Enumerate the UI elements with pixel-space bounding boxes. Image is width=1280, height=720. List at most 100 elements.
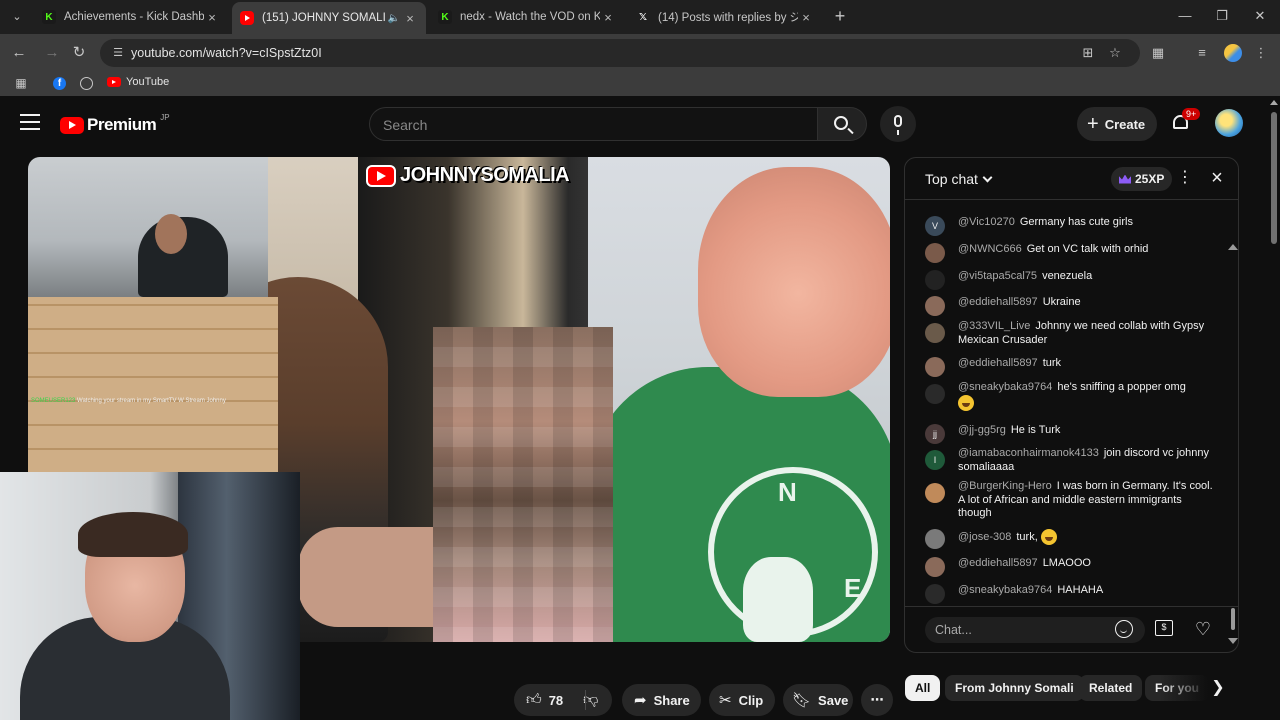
new-tab-icon[interactable]: + [830, 6, 850, 26]
youtube-logo[interactable]: Premium JP [60, 113, 170, 135]
minimize-icon[interactable]: — [1170, 6, 1200, 26]
chat-input[interactable]: Chat... [925, 617, 1145, 643]
voice-search-button[interactable] [880, 106, 916, 142]
chevron-right-icon[interactable]: ❯ [1206, 677, 1230, 699]
more-dots-icon: ⋯ [870, 692, 884, 707]
chip-related[interactable]: Related [1079, 675, 1143, 701]
crown-icon [1119, 174, 1131, 184]
search-input[interactable]: Search [369, 107, 817, 141]
save-button[interactable]: 🔖︎ Save [783, 684, 853, 716]
chat-avatar[interactable] [925, 270, 945, 290]
chat-username[interactable]: @eddiehall5897 [958, 296, 1038, 308]
profile-avatar-icon[interactable] [1224, 44, 1242, 62]
chat-avatar[interactable] [925, 483, 945, 503]
emoji-picker-icon[interactable] [1115, 620, 1133, 638]
heart-icon[interactable]: ♡ [1193, 619, 1213, 639]
forward-icon[interactable]: → [41, 42, 63, 64]
chat-avatar[interactable] [925, 557, 945, 577]
install-app-icon[interactable]: ⊞ [1080, 45, 1096, 61]
apps-grid-icon[interactable]: ▦ [14, 76, 28, 90]
extensions-icon[interactable]: ▦ [1148, 43, 1168, 63]
chat-username[interactable]: @eddiehall5897 [958, 557, 1038, 569]
create-button[interactable]: + Create [1077, 107, 1157, 141]
clip-button[interactable]: ✂ Clip [709, 684, 775, 716]
youtube-header: Premium JP Search + Create 9+ [0, 96, 1268, 152]
chat-avatar[interactable]: jj [925, 424, 945, 444]
browser-tabstrip: ⌄ K Achievements - Kick Dashboard × (151… [0, 0, 1280, 34]
globe-icon[interactable] [80, 77, 93, 90]
chat-username[interactable]: @iamabaconhairmanok4133 [958, 447, 1099, 459]
close-tab-icon[interactable]: × [798, 10, 814, 25]
chat-avatar[interactable] [925, 296, 945, 316]
bookmark-star-icon[interactable]: ☆ [1107, 45, 1123, 61]
close-tab-icon[interactable]: × [204, 10, 220, 25]
chat-mode-selector[interactable]: Top chat [925, 171, 993, 187]
browser-tab[interactable]: 𝕏 (14) Posts with replies by ジョニー × [628, 4, 822, 30]
chat-username[interactable]: @BurgerKing-Hero [958, 480, 1052, 492]
browser-tab-active[interactable]: (151) JOHNNY SOMALI LIVE 🔈 × [232, 2, 426, 34]
chat-avatar[interactable]: I [925, 450, 945, 470]
menu-dots-icon[interactable]: ⋮ [1251, 43, 1271, 63]
address-bar[interactable]: ☰ youtube.com/watch?v=cISpstZtz0I ⊞ ☆ [100, 39, 1140, 67]
xp-label: 25XP [1135, 172, 1165, 186]
page-scrollbar[interactable] [1268, 96, 1280, 720]
media-controls-icon[interactable]: ≡ [1192, 43, 1212, 63]
browser-tab[interactable]: K nedx - Watch the VOD on Kick × [430, 4, 624, 30]
back-icon[interactable]: ← [8, 42, 30, 64]
pixelated-censor [433, 327, 613, 642]
chat-username[interactable]: @jj-gg5rg [958, 424, 1006, 436]
chat-avatar[interactable] [925, 323, 945, 343]
search-button[interactable] [817, 107, 867, 141]
chat-username[interactable]: @sneakybaka9764 [958, 381, 1052, 393]
tab-search-icon[interactable]: ⌄ [6, 6, 28, 28]
chat-username[interactable]: @vi5tapa5cal75 [958, 270, 1037, 282]
chat-username[interactable]: @333VIL_Live [958, 320, 1030, 332]
hamburger-menu-icon[interactable] [20, 114, 40, 130]
chat-avatar[interactable]: V [925, 216, 945, 236]
speaker-icon[interactable]: 🔈 [386, 13, 402, 24]
super-chat-icon[interactable]: $ [1155, 620, 1173, 636]
chip-from-johnny-somali[interactable]: From Johnny Somali [945, 675, 1084, 701]
close-tab-icon[interactable]: × [402, 11, 418, 26]
video-person-head [698, 167, 890, 397]
bookmark-youtube[interactable]: YouTube [107, 76, 169, 88]
chat-message: @NWNC666 Get on VC talk with orhid [925, 243, 1215, 263]
facebook-icon[interactable]: f [53, 77, 66, 90]
chip-all[interactable]: All [905, 675, 941, 701]
close-chat-icon[interactable]: × [1207, 167, 1227, 189]
chat-avatar[interactable] [925, 357, 945, 377]
scrollbar-thumb[interactable] [1271, 112, 1277, 244]
chat-username[interactable]: @NWNC666 [958, 243, 1022, 255]
streamer-face [155, 214, 187, 254]
reload-icon[interactable]: ↻ [68, 42, 90, 64]
like-count: 78 [548, 692, 564, 708]
site-info-icon[interactable]: ☰ [110, 45, 126, 61]
more-actions-button[interactable]: ⋯ [861, 684, 893, 716]
tab-title: (151) JOHNNY SOMALI LIVE [262, 12, 386, 24]
scroll-up-arrow[interactable] [1228, 244, 1238, 250]
close-tab-icon[interactable]: × [600, 10, 616, 25]
notifications-button[interactable]: 9+ [1170, 108, 1201, 134]
chat-username[interactable]: @sneakybaka9764 [958, 584, 1052, 596]
xp-badge[interactable]: 25XP [1111, 167, 1173, 191]
chat-text: HAHAHA [1057, 584, 1104, 596]
close-window-icon[interactable]: ✕ [1245, 6, 1275, 26]
browser-tab[interactable]: K Achievements - Kick Dashboard × [34, 4, 228, 30]
chat-avatar[interactable] [925, 243, 945, 263]
chat-title: Top chat [925, 171, 978, 187]
chat-username[interactable]: @jose-308 [958, 531, 1011, 543]
scroll-up-arrow[interactable] [1270, 100, 1278, 105]
chat-avatar[interactable] [925, 584, 945, 604]
chat-menu-icon[interactable]: ⋮ [1177, 169, 1193, 189]
account-avatar[interactable] [1215, 109, 1243, 137]
x-icon: 𝕏 [638, 11, 648, 23]
chat-avatar[interactable] [925, 529, 945, 549]
share-button[interactable]: ➦ Share [622, 684, 701, 716]
chat-username[interactable]: @eddiehall5897 [958, 357, 1038, 369]
chat-username[interactable]: @Vic10270 [958, 216, 1015, 228]
chat-avatar[interactable] [925, 384, 945, 404]
dislike-button[interactable]: 👎︎ [583, 691, 605, 709]
restore-icon[interactable]: ❐ [1207, 6, 1237, 26]
tab-title: Achievements - Kick Dashboard [64, 11, 204, 23]
like-button[interactable]: 👍︎ 78 [526, 691, 563, 709]
